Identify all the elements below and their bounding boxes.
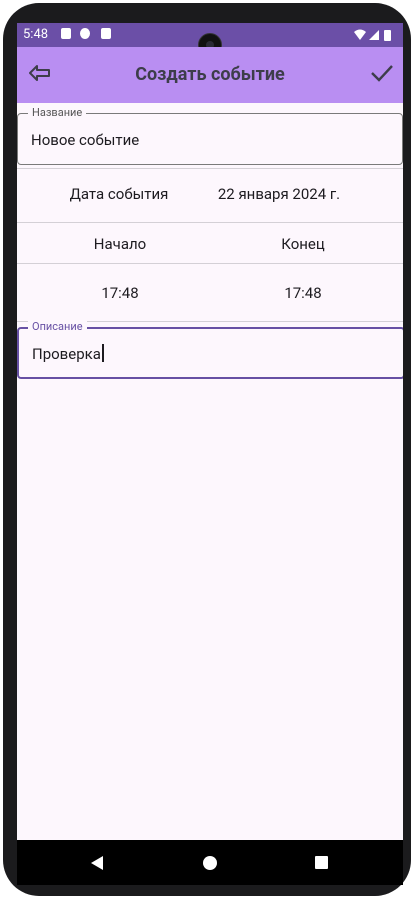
screen: 5:48 Создать событие Название Новое собы… [17, 23, 403, 885]
save-button[interactable] [369, 61, 395, 85]
check-icon [371, 65, 393, 82]
divider [17, 222, 403, 223]
event-date-label: Дата события [69, 185, 169, 203]
event-date-value[interactable]: 22 января 2024 г. [207, 185, 351, 203]
circle-home-icon [203, 856, 217, 870]
start-label: Начало [93, 235, 147, 253]
divider [17, 263, 403, 264]
triangle-back-icon [91, 856, 103, 870]
square-recents-icon [315, 856, 328, 869]
end-time-picker[interactable]: 17:48 [253, 284, 353, 302]
sd-card-icon [101, 28, 111, 39]
wifi-icon [354, 29, 366, 40]
signal-icon [369, 30, 379, 40]
description-field[interactable]: Описание Проверка [17, 320, 403, 379]
nav-back-button[interactable] [89, 855, 105, 871]
notification-p-icon [80, 28, 90, 39]
event-name-field[interactable]: Название Новое событие [17, 106, 403, 165]
battery-icon [384, 30, 391, 41]
device-frame: 5:48 Создать событие Название Новое собы… [3, 3, 411, 896]
description-label: Описание [28, 320, 87, 333]
nav-home-button[interactable] [202, 855, 218, 871]
status-time: 5:48 [23, 27, 49, 42]
divider [17, 168, 403, 169]
page-title: Создать событие [135, 64, 285, 85]
app-bar: Создать событие [17, 47, 403, 103]
description-input[interactable]: Проверка [32, 344, 104, 363]
navigation-bar [17, 840, 403, 885]
notification-a-icon [61, 28, 71, 39]
nav-recents-button[interactable] [314, 855, 330, 871]
end-label: Конец [281, 235, 325, 253]
start-time-picker[interactable]: 17:48 [67, 284, 173, 302]
event-name-label: Название [28, 106, 87, 119]
text-cursor [101, 344, 104, 362]
event-name-input[interactable]: Новое событие [31, 131, 139, 149]
status-icons [354, 29, 391, 41]
